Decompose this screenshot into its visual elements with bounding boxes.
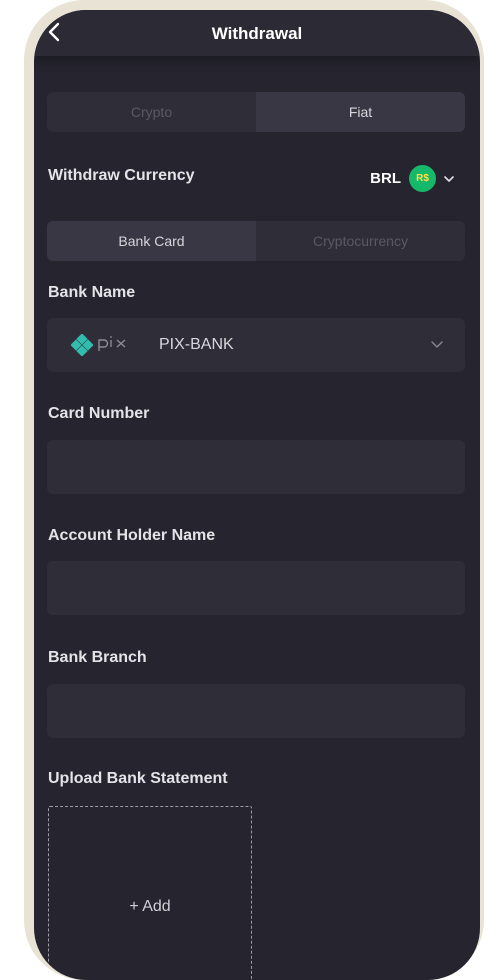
bank-branch-input[interactable]	[47, 684, 465, 738]
upload-statement-label: Upload Bank Statement	[48, 770, 228, 787]
pix-logo	[71, 334, 137, 356]
withdraw-method-tabs: Bank Card Cryptocurrency	[47, 221, 465, 261]
selected-bank: PIX-BANK	[159, 336, 234, 353]
withdraw-currency-label: Withdraw Currency	[48, 167, 195, 184]
bank-name-select[interactable]: PIX-BANK	[47, 318, 465, 372]
upload-statement-dropzone[interactable]: + Add	[48, 806, 252, 980]
account-holder-label: Account Holder Name	[48, 527, 216, 544]
bank-branch-label: Bank Branch	[48, 649, 147, 666]
tab-crypto[interactable]: Crypto	[47, 92, 256, 132]
tab-fiat[interactable]: Fiat	[256, 92, 465, 132]
bank-name-label: Bank Name	[48, 284, 136, 301]
chevron-down-icon	[431, 341, 443, 348]
add-upload-button[interactable]: + Add	[129, 898, 170, 916]
currency-selector[interactable]: BRL R$	[370, 165, 454, 192]
currency-code: BRL	[370, 170, 401, 187]
app-screen: Withdrawal Crypto Fiat Withdraw Currency…	[34, 10, 480, 980]
top-bar: Withdrawal	[34, 10, 480, 56]
pix-wordmark	[98, 336, 126, 351]
tab-bank-card[interactable]: Bank Card	[47, 221, 256, 261]
tab-cryptocurrency[interactable]: Cryptocurrency	[256, 221, 465, 261]
page-title: Withdrawal	[211, 24, 303, 43]
chevron-down-icon	[444, 175, 454, 182]
currency-badge-text: R$	[416, 173, 429, 184]
card-number-input[interactable]	[47, 440, 465, 494]
account-holder-input[interactable]	[47, 561, 465, 615]
card-number-label: Card Number	[48, 405, 150, 422]
pix-diamond-icon	[71, 334, 93, 356]
withdraw-type-tabs: Crypto Fiat	[47, 92, 465, 132]
brl-coin-icon: R$	[409, 165, 436, 192]
